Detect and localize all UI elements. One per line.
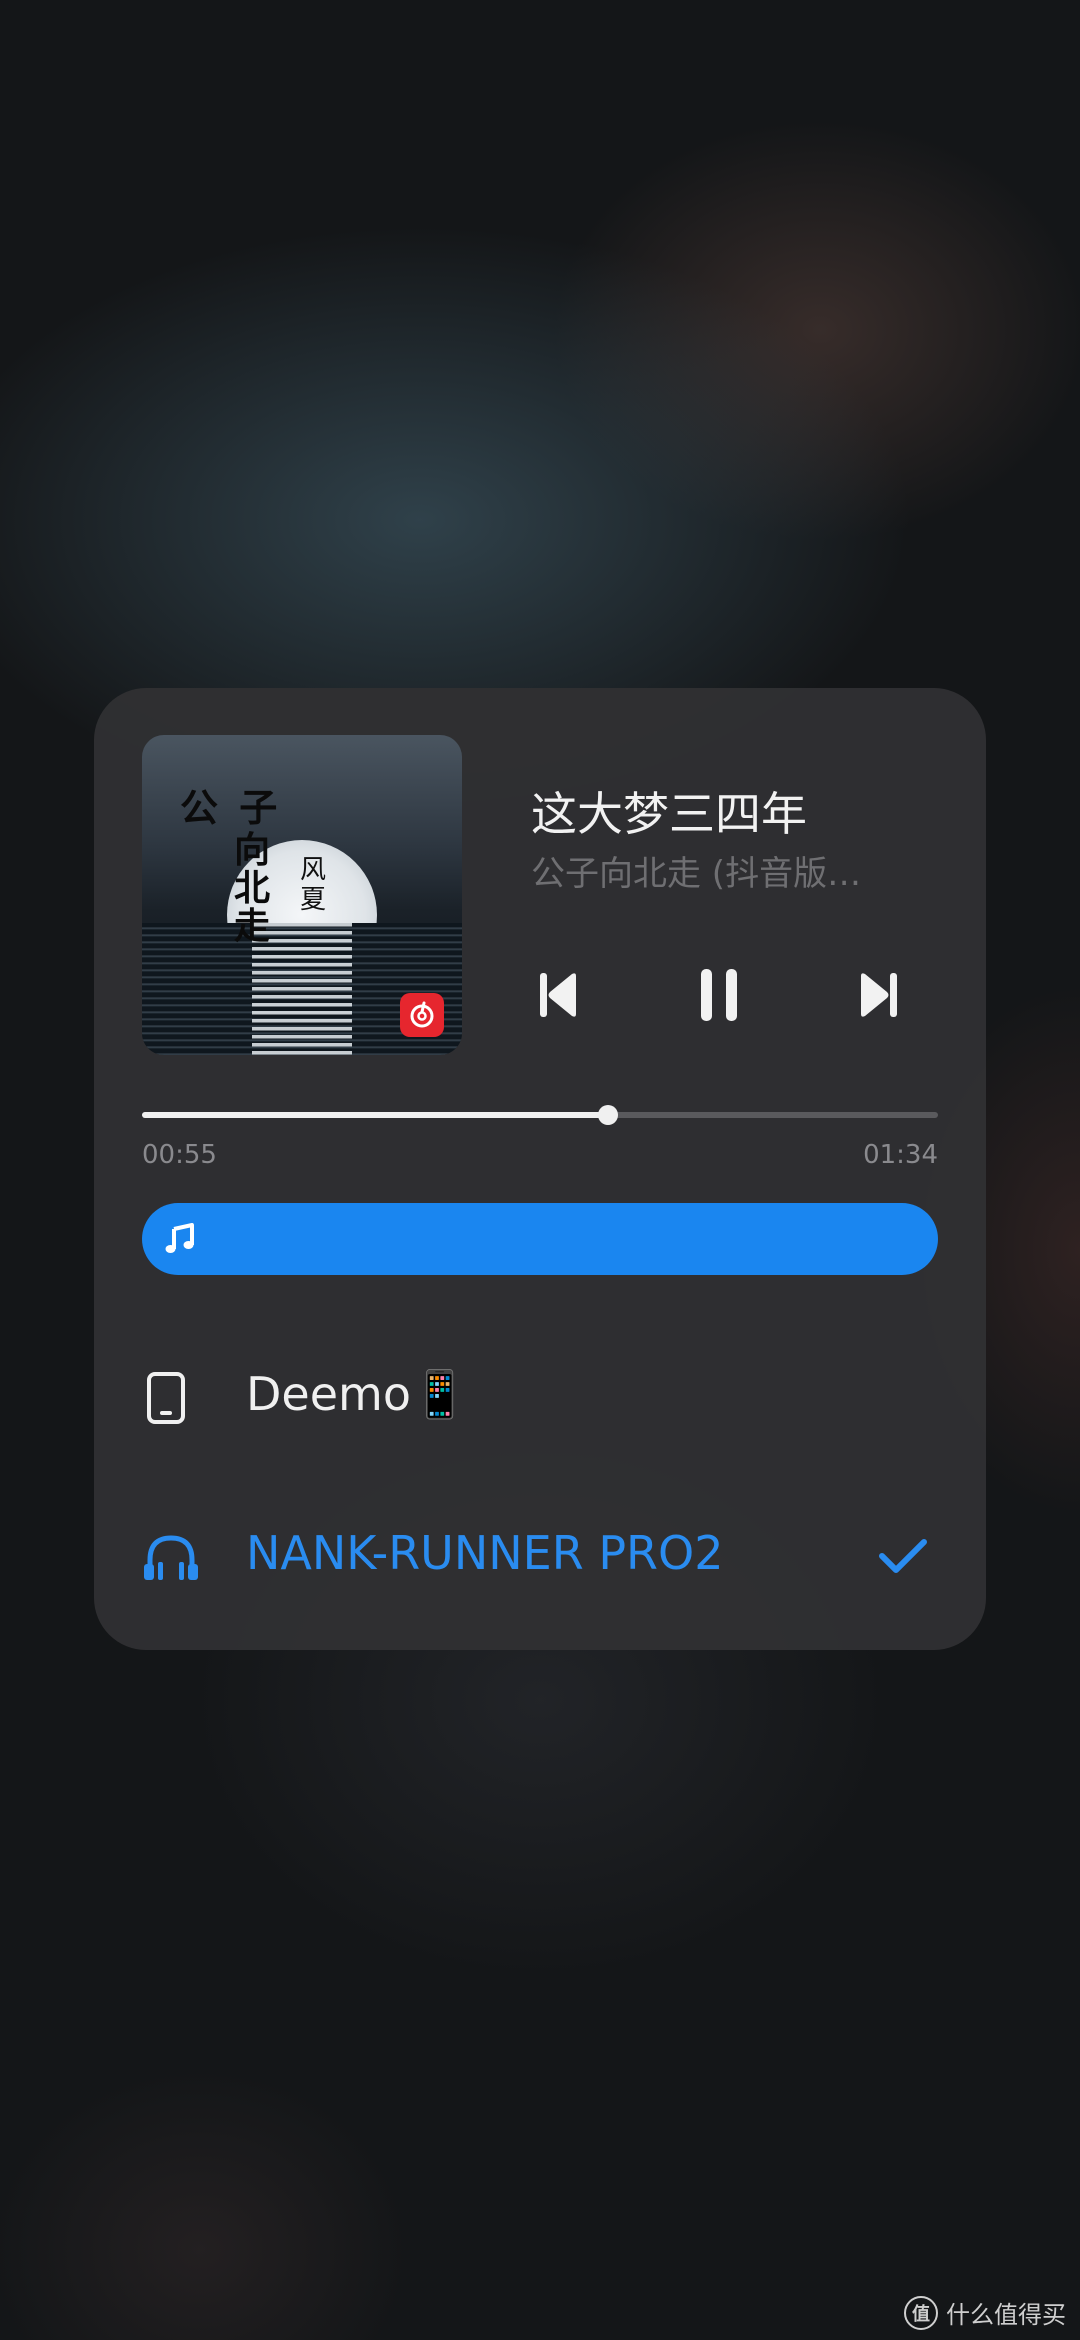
checkmark-icon — [879, 1539, 927, 1573]
pause-button[interactable] — [684, 960, 754, 1030]
progress-bar[interactable] — [142, 1105, 938, 1125]
album-art-subtitle: 向北走 — [234, 829, 271, 947]
progress-knob[interactable] — [597, 1105, 618, 1125]
headphones-icon — [144, 1535, 198, 1580]
device-name: NANK-RUNNER PRO2 — [246, 1526, 724, 1580]
watermark-logo: 值 — [904, 2295, 938, 2330]
watermark-text: 什么值得买 — [946, 2301, 1066, 2329]
album-art-title: 公 子 — [180, 785, 282, 830]
device-row-nank-runner-pro2[interactable]: NANK-RUNNER PRO2 — [142, 1500, 938, 1610]
artist-album: 公子向北走 (抖音版… — [531, 854, 862, 894]
watermark: 值 什么值得买 — [904, 2295, 1066, 2330]
album-art-side-text: 风 夏 — [300, 855, 327, 915]
device-name: Deemo📱 — [246, 1367, 469, 1421]
music-note-icon — [165, 1223, 194, 1253]
total-time: 01:34 — [863, 1140, 938, 1170]
volume-slider[interactable] — [142, 1203, 938, 1275]
device-row-deemo[interactable]: Deemo📱 — [142, 1341, 938, 1451]
progress-fill — [142, 1112, 608, 1118]
tablet-icon — [147, 1372, 185, 1424]
netease-music-icon[interactable] — [400, 993, 444, 1037]
album-art[interactable]: 公 子 向北走 风 夏 — [142, 735, 462, 1055]
skip-previous-button[interactable] — [523, 960, 593, 1030]
skip-next-button[interactable] — [844, 960, 914, 1030]
song-title: 这大梦三四年 — [531, 787, 807, 841]
pause-icon — [701, 969, 737, 1021]
elapsed-time: 00:55 — [142, 1140, 217, 1170]
media-output-panel: 公 子 向北走 风 夏 这大梦三四年 公子向北走 (抖音版… 00:55 01:… — [94, 688, 986, 1650]
skip-next-icon — [861, 973, 897, 1017]
skip-previous-icon — [540, 973, 576, 1017]
